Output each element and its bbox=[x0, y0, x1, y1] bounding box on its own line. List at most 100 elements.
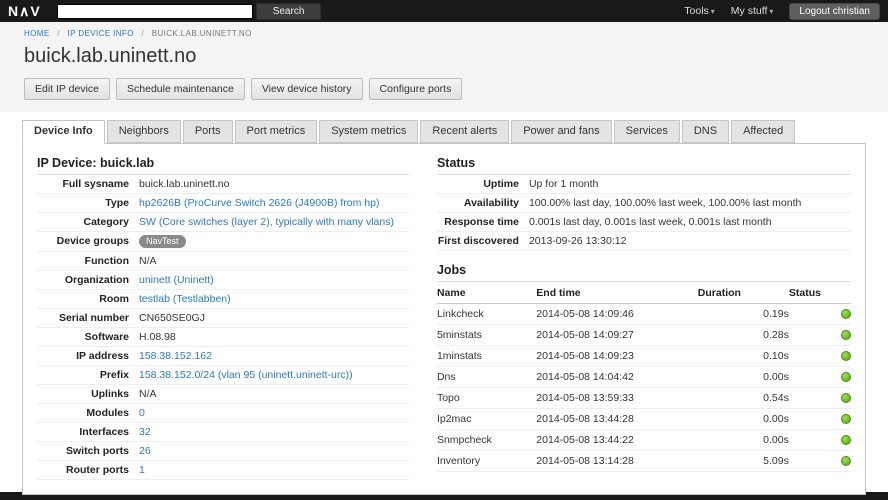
action-buttons: Edit IP device Schedule maintenance View… bbox=[24, 78, 864, 100]
tab-system-metrics[interactable]: System metrics bbox=[319, 120, 418, 143]
row-label: Response time bbox=[437, 213, 529, 232]
router-ports-link[interactable]: 1 bbox=[139, 464, 145, 476]
table-row: 1minstats 2014-05-08 14:09:23 0.10s bbox=[437, 346, 851, 367]
breadcrumb-separator: / bbox=[57, 29, 60, 38]
job-duration: 0.54s bbox=[698, 388, 789, 409]
tab-bar: Device Info Neighbors Ports Port metrics… bbox=[22, 120, 866, 143]
tab-recent-alerts[interactable]: Recent alerts bbox=[420, 120, 509, 143]
category-link[interactable]: SW (Core switches (layer 2), typically w… bbox=[139, 216, 394, 228]
status-table: Uptime Up for 1 month Availability 100.0… bbox=[437, 175, 851, 251]
job-duration: 0.00s bbox=[698, 367, 789, 388]
search-input[interactable] bbox=[57, 4, 253, 19]
row-value: N/A bbox=[139, 385, 409, 404]
job-name: Ip2mac bbox=[437, 409, 536, 430]
organization-link[interactable]: uninett (Uninett) bbox=[139, 274, 214, 286]
row-label: Modules bbox=[37, 404, 139, 423]
row-label: Type bbox=[37, 194, 139, 213]
tab-port-metrics[interactable]: Port metrics bbox=[235, 120, 318, 143]
chevron-down-icon: ▾ bbox=[769, 7, 773, 16]
my-stuff-menu[interactable]: My stuff▾ bbox=[731, 5, 774, 17]
job-end-time: 2014-05-08 13:14:28 bbox=[536, 451, 697, 472]
nav-logo[interactable]: N∧V bbox=[8, 3, 41, 20]
room-link[interactable]: testlab (Testlabben) bbox=[139, 293, 231, 305]
schedule-maintenance-button[interactable]: Schedule maintenance bbox=[116, 78, 245, 100]
row-label: Interfaces bbox=[37, 423, 139, 442]
chevron-down-icon: ▾ bbox=[711, 7, 715, 16]
row-value: 0 bbox=[139, 404, 409, 423]
job-duration: 0.19s bbox=[698, 304, 789, 325]
breadcrumb-current: BUICK.LAB.UNINETT.NO bbox=[152, 29, 252, 38]
status-ok-icon bbox=[841, 414, 851, 424]
status-ok-icon bbox=[841, 393, 851, 403]
device-info-table: Full sysname buick.lab.uninett.no Type h… bbox=[37, 175, 409, 480]
tab-ports[interactable]: Ports bbox=[183, 120, 233, 143]
job-end-time: 2014-05-08 13:59:33 bbox=[536, 388, 697, 409]
table-row: Organization uninett (Uninett) bbox=[37, 271, 409, 290]
table-row: Router ports 1 bbox=[37, 461, 409, 480]
job-duration: 5.09s bbox=[698, 451, 789, 472]
row-label: Uptime bbox=[437, 175, 529, 194]
edit-ip-device-button[interactable]: Edit IP device bbox=[24, 78, 110, 100]
tab-device-info[interactable]: Device Info bbox=[22, 120, 105, 144]
status-and-jobs-section: Status Uptime Up for 1 month Availabilit… bbox=[423, 152, 865, 486]
row-value: 0.001s last day, 0.001s last week, 0.001… bbox=[529, 213, 851, 232]
tab-affected[interactable]: Affected bbox=[731, 120, 795, 143]
tools-menu[interactable]: Tools▾ bbox=[684, 5, 715, 17]
tab-power-and-fans[interactable]: Power and fans bbox=[511, 120, 611, 143]
status-ok-icon bbox=[841, 351, 851, 361]
job-duration: 0.28s bbox=[698, 325, 789, 346]
row-label: Serial number bbox=[37, 309, 139, 328]
configure-ports-button[interactable]: Configure ports bbox=[369, 78, 463, 100]
topbar-right-menu: Tools▾ My stuff▾ Logout christian bbox=[684, 3, 880, 20]
tab-dns[interactable]: DNS bbox=[682, 120, 729, 143]
modules-link[interactable]: 0 bbox=[139, 407, 145, 419]
type-link[interactable]: hp2626B (ProCurve Switch 2626 (J4900B) f… bbox=[139, 197, 379, 209]
row-label: Uplinks bbox=[37, 385, 139, 404]
column-header-end-time: End time bbox=[536, 283, 697, 304]
tab-services[interactable]: Services bbox=[614, 120, 680, 143]
job-status bbox=[789, 367, 851, 388]
job-status bbox=[789, 346, 851, 367]
ip-address-link[interactable]: 158.38.152.162 bbox=[139, 350, 212, 362]
search-form: Search bbox=[57, 3, 322, 20]
table-row: Dns 2014-05-08 14:04:42 0.00s bbox=[437, 367, 851, 388]
status-heading: Status bbox=[437, 156, 851, 175]
table-row: Linkcheck 2014-05-08 14:09:46 0.19s bbox=[437, 304, 851, 325]
row-label: Router ports bbox=[37, 461, 139, 480]
table-row: Snmpcheck 2014-05-08 13:44:22 0.00s bbox=[437, 430, 851, 451]
jobs-table: Name End time Duration Status Linkcheck … bbox=[437, 283, 851, 472]
status-ok-icon bbox=[841, 309, 851, 319]
row-value: Up for 1 month bbox=[529, 175, 851, 194]
table-row: Availability 100.00% last day, 100.00% l… bbox=[437, 194, 851, 213]
tab-neighbors[interactable]: Neighbors bbox=[107, 120, 181, 143]
row-value: 158.38.152.0/24 (vlan 95 (uninett.uninet… bbox=[139, 366, 409, 385]
job-duration: 0.10s bbox=[698, 346, 789, 367]
jobs-heading: Jobs bbox=[437, 263, 851, 282]
row-value: H.08.98 bbox=[139, 328, 409, 347]
page-title: buick.lab.uninett.no bbox=[24, 44, 864, 68]
row-label: First discovered bbox=[437, 232, 529, 251]
prefix-link[interactable]: 158.38.152.0/24 (vlan 95 (uninett.uninet… bbox=[139, 369, 353, 381]
logout-button[interactable]: Logout christian bbox=[789, 3, 880, 20]
table-row: Category SW (Core switches (layer 2), ty… bbox=[37, 213, 409, 232]
row-label: Full sysname bbox=[37, 175, 139, 194]
breadcrumb-home[interactable]: HOME bbox=[24, 29, 50, 38]
job-status bbox=[789, 430, 851, 451]
row-label: Software bbox=[37, 328, 139, 347]
interfaces-link[interactable]: 32 bbox=[139, 426, 151, 438]
device-group-badge[interactable]: NavTest bbox=[139, 235, 186, 248]
switch-ports-link[interactable]: 26 bbox=[139, 445, 151, 457]
row-label: Category bbox=[37, 213, 139, 232]
job-name: Topo bbox=[437, 388, 536, 409]
table-row: Inventory 2014-05-08 13:14:28 5.09s bbox=[437, 451, 851, 472]
job-end-time: 2014-05-08 14:09:27 bbox=[536, 325, 697, 346]
job-status bbox=[789, 409, 851, 430]
search-button[interactable]: Search bbox=[256, 3, 322, 20]
job-name: 5minstats bbox=[437, 325, 536, 346]
job-name: Inventory bbox=[437, 451, 536, 472]
view-device-history-button[interactable]: View device history bbox=[251, 78, 363, 100]
breadcrumb-ip-device-info[interactable]: IP DEVICE INFO bbox=[67, 29, 133, 38]
row-label: Function bbox=[37, 252, 139, 271]
table-row: IP address 158.38.152.162 bbox=[37, 347, 409, 366]
row-value: 100.00% last day, 100.00% last week, 100… bbox=[529, 194, 851, 213]
